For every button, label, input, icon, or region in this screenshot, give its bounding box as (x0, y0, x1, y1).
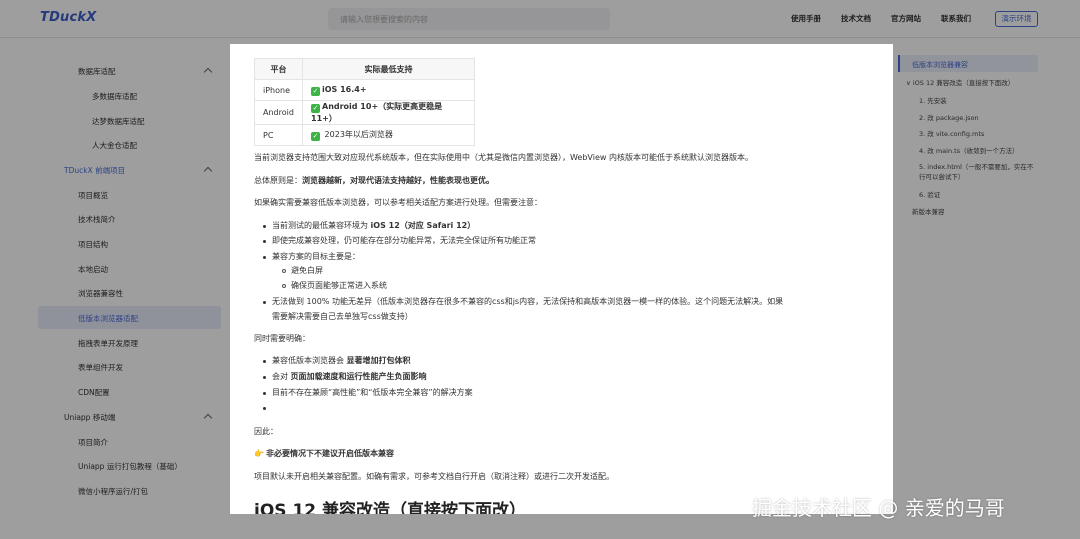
list-item: 兼容方案的目标主要是： (272, 252, 360, 261)
table-row: Android ✓ Android 10+（实际更高更稳是 11+） (254, 100, 475, 125)
paragraph-emphasis: 非必要情况下不建议开启低版本兼容 (266, 449, 394, 458)
content-card: 平台 实际最低支持 iPhone ✓ iOS 16.4+ Android ✓ And… (230, 44, 893, 514)
bullet (263, 301, 266, 304)
paragraph: 同时需要明确： (254, 334, 310, 343)
table-cell: ✓ 2023年以后浏览器 (302, 124, 475, 146)
bullet (263, 256, 266, 259)
check-icon: ✓ (311, 86, 320, 96)
platform-support-table: 平台 实际最低支持 iPhone ✓ iOS 16.4+ Android ✓ And… (254, 58, 475, 146)
list-item: 会对 页面加载速度和运行性能产生负面影响 (272, 372, 427, 381)
table-cell: Android (254, 100, 303, 125)
table-cell: iPhone (254, 79, 303, 101)
table-cell: ✓ iOS 16.4+ (302, 79, 475, 101)
paragraph: 因此： (254, 427, 278, 436)
list-item: 即使完成兼容处理，仍可能存在部分功能异常，无法完全保证所有功能正常 (272, 236, 536, 245)
list-item: 目前不存在兼顾“高性能”和“低版本完全兼容”的解决方案 (272, 388, 473, 397)
bullet (263, 225, 266, 228)
pointing-hand-icon: 👉 (254, 449, 264, 458)
sub-bullet (282, 284, 286, 288)
bullet (263, 240, 266, 243)
bullet (263, 392, 266, 395)
table-cell: PC (254, 124, 303, 146)
sub-list-item: 确保页面能够正常进入系统 (291, 281, 387, 290)
sub-bullet (282, 269, 286, 273)
bullet (263, 376, 266, 379)
table-header: 实际最低支持 (302, 58, 475, 80)
sub-list-item: 避免白屏 (291, 266, 323, 275)
bullet (263, 407, 266, 410)
list-item: 无法做到 100% 功能无差异（低版本浏览器存在很多不兼容的css和js内容，无… (272, 297, 784, 306)
bullet (263, 360, 266, 363)
table-header: 平台 (254, 58, 303, 80)
paragraph: 当前浏览器支持范围大致对应现代系统版本，但在实际使用中（尤其是微信内置浏览器），… (254, 153, 753, 162)
table-header-row: 平台 实际最低支持 (254, 58, 475, 80)
list-item: 兼容低版本浏览器会 显著增加打包体积 (272, 356, 411, 365)
table-row: PC ✓ 2023年以后浏览器 (254, 124, 475, 146)
paragraph: 总体原则是：浏览器越新，对现代语法支持越好，性能表现也更优。 (254, 176, 494, 185)
paragraph: 如果确实需要兼容低版本浏览器，可以参考相关适配方案进行处理。但需要注意： (254, 198, 542, 207)
paragraph: 项目默认未开启相关兼容配置。如确有需求，可参考文档自行开启（取消注释）或进行二次… (254, 472, 614, 481)
section-heading: iOS 12 兼容改造（直接按下面改） (254, 501, 527, 514)
watermark: 掘金技术社区 @ 亲爱的马哥 (752, 496, 1005, 520)
check-icon: ✓ (311, 132, 320, 141)
list-item: 当前测试的最低兼容环境为 iOS 12（对应 Safari 12） (272, 221, 476, 230)
table-row: iPhone ✓ iOS 16.4+ (254, 79, 475, 101)
check-icon: ✓ (311, 104, 320, 113)
table-cell: ✓ Android 10+（实际更高更稳是 11+） (302, 100, 475, 125)
list-item-continued: 需要解决需要自己去单独写css做支持） (272, 312, 413, 321)
